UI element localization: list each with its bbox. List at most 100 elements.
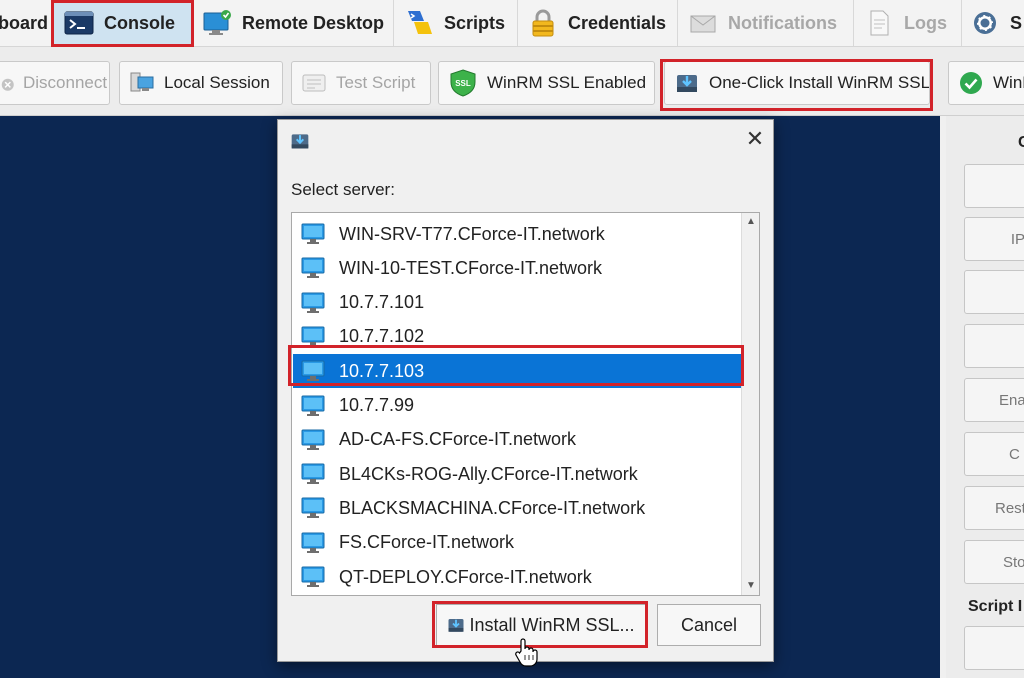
monitor-icon xyxy=(301,257,325,279)
install-download-icon xyxy=(291,134,309,149)
action-toolbar: Disconnect Local Session Test Script SSL… xyxy=(0,47,1024,116)
gear-icon xyxy=(974,12,996,34)
server-name: 10.7.7.101 xyxy=(339,292,425,313)
tab-dashboard[interactable]: board xyxy=(0,0,52,46)
server-listbox[interactable]: ▲ ▼ WIN-SRV-T77.CForce-IT.network WIN-10-… xyxy=(291,212,760,596)
server-list-item[interactable]: 10.7.7.99 xyxy=(293,389,741,423)
computer-icon xyxy=(130,72,154,92)
panel-button-3[interactable] xyxy=(964,270,1024,314)
ssl-shield-icon: SSL xyxy=(450,69,476,97)
monitor-icon xyxy=(301,395,325,416)
envelope-icon xyxy=(690,15,716,33)
server-list-item[interactable]: BL4CKs-ROG-Ally.CForce-IT.network xyxy=(293,457,741,491)
one-click-install-winrm-ssl-button[interactable]: One-Click Install WinRM SSL xyxy=(664,61,930,105)
panel-button-6[interactable]: C xyxy=(964,432,1024,476)
server-list-item[interactable]: 10.7.7.102 xyxy=(293,320,741,354)
local-session-button[interactable]: Local Session xyxy=(119,61,283,105)
panel-button-ip-label: IP xyxy=(1010,230,1024,248)
select-server-dialog: ✕ Select server: ▲ ▼ WIN-SRV-T77.CForce-… xyxy=(277,119,774,662)
panel-heading: C xyxy=(1018,134,1024,151)
test-script-button[interactable]: Test Script xyxy=(291,61,431,105)
winrm-ssl-enabled-label: WinRM SSL Enabled xyxy=(487,73,647,92)
winrm-status-label: WinR xyxy=(993,73,1024,92)
panel-button-restart[interactable]: Rest xyxy=(964,486,1024,530)
server-name: BLACKSMACHINA.CForce-IT.network xyxy=(339,497,646,518)
scroll-up-arrow-icon[interactable]: ▲ xyxy=(742,213,759,231)
document-icon xyxy=(870,10,889,36)
cancel-label: Cancel xyxy=(680,614,738,635)
one-click-install-label: One-Click Install WinRM SSL xyxy=(709,73,930,92)
panel-button-stop[interactable]: Sto xyxy=(964,540,1024,584)
disconnect-label: Disconnect xyxy=(23,73,108,92)
disconnect-button[interactable]: Disconnect xyxy=(0,61,110,105)
install-winrm-ssl-button[interactable]: Install WinRM SSL... xyxy=(436,604,646,646)
server-name: AD-CA-FS.CForce-IT.network xyxy=(339,429,577,450)
script-section-heading: Script I xyxy=(968,598,1023,615)
install-winrm-ssl-label: Install WinRM SSL... xyxy=(469,614,635,635)
server-name: WIN-SRV-T77.CForce-IT.network xyxy=(339,223,605,244)
tab-remote-desktop-label: Remote Desktop xyxy=(242,12,385,33)
listbox-scrollbar[interactable]: ▲ ▼ xyxy=(741,213,759,595)
winrm-status-button[interactable]: WinR xyxy=(948,61,1024,105)
tab-logs[interactable]: Logs xyxy=(854,0,962,46)
server-list-item[interactable]: WIN-10-TEST.CForce-IT.network xyxy=(293,251,741,285)
tab-console[interactable]: Console xyxy=(52,0,192,46)
server-name: BL4CKs-ROG-Ally.CForce-IT.network xyxy=(339,463,638,484)
server-list-item[interactable]: WIN-SRV-T77.CForce-IT.network xyxy=(293,217,741,251)
panel-button-restart-label: Rest xyxy=(995,499,1024,517)
tab-console-label: Console xyxy=(104,12,176,33)
close-icon[interactable]: ✕ xyxy=(744,128,766,150)
padlock-icon xyxy=(532,9,554,37)
panel-button-stop-label: Sto xyxy=(1003,553,1024,571)
monitor-icon xyxy=(301,463,325,485)
monitor-icon xyxy=(301,497,325,519)
panel-button-enable[interactable]: Ena xyxy=(964,378,1024,422)
tab-settings[interactable]: S xyxy=(962,0,1024,46)
tab-notifications-label: Notifications xyxy=(728,12,838,33)
server-list-item[interactable]: BLACKSMACHINA.CForce-IT.network xyxy=(293,491,741,525)
tab-credentials[interactable]: Credentials xyxy=(518,0,678,46)
server-list-item[interactable]: FS.CForce-IT.network xyxy=(293,526,741,560)
check-circle-icon xyxy=(960,72,982,94)
hand-cursor-icon xyxy=(515,638,538,667)
select-server-label: Select server: xyxy=(291,180,395,199)
tab-logs-label: Logs xyxy=(904,12,947,33)
server-list-item-selected[interactable]: 10.7.7.103 xyxy=(293,354,741,389)
right-side-panel: C IP Ena C Rest Sto Script I xyxy=(946,116,1024,678)
monitor-icon xyxy=(301,429,325,450)
monitor-icon xyxy=(301,566,325,587)
server-name: QT-DEPLOY.CForce-IT.network xyxy=(339,566,592,587)
monitor-icon xyxy=(301,360,325,382)
panel-button-6-label: C xyxy=(1009,445,1020,463)
tab-scripts[interactable]: Scripts xyxy=(394,0,518,46)
scrollbar-thumb[interactable] xyxy=(745,231,757,577)
tab-settings-label: S xyxy=(1010,12,1023,33)
monitor-icon xyxy=(301,532,325,553)
disconnect-icon xyxy=(1,78,14,91)
tab-credentials-label: Credentials xyxy=(568,12,667,33)
server-name: 10.7.7.102 xyxy=(339,326,425,347)
server-list-item[interactable]: QT-DEPLOY.CForce-IT.network xyxy=(293,560,741,594)
install-download-icon xyxy=(448,619,464,632)
panel-button-1[interactable] xyxy=(964,164,1024,208)
server-name: WIN-10-TEST.CForce-IT.network xyxy=(339,257,603,278)
panel-button-script[interactable] xyxy=(964,626,1024,670)
winrm-ssl-enabled-button[interactable]: SSL WinRM SSL Enabled xyxy=(438,61,655,105)
tab-notifications[interactable]: Notifications xyxy=(678,0,854,46)
server-list-item[interactable]: AD-CA-FS.CForce-IT.network xyxy=(293,423,741,457)
tab-remote-desktop[interactable]: Remote Desktop xyxy=(194,0,394,46)
console-icon xyxy=(64,11,94,35)
monitor-icon xyxy=(301,292,325,313)
install-download-icon xyxy=(677,75,697,92)
remote-desktop-icon xyxy=(203,10,231,35)
tab-dashboard-label: board xyxy=(0,12,49,33)
powershell-icon xyxy=(408,11,432,34)
script-icon xyxy=(302,74,326,92)
scroll-down-arrow-icon[interactable]: ▼ xyxy=(742,577,759,595)
server-list-item[interactable]: 10.7.7.101 xyxy=(293,286,741,320)
panel-button-4[interactable] xyxy=(964,324,1024,368)
monitor-icon xyxy=(301,326,325,347)
monitor-icon xyxy=(301,223,325,244)
cancel-button[interactable]: Cancel xyxy=(657,604,761,646)
panel-button-ip[interactable]: IP xyxy=(964,217,1024,261)
